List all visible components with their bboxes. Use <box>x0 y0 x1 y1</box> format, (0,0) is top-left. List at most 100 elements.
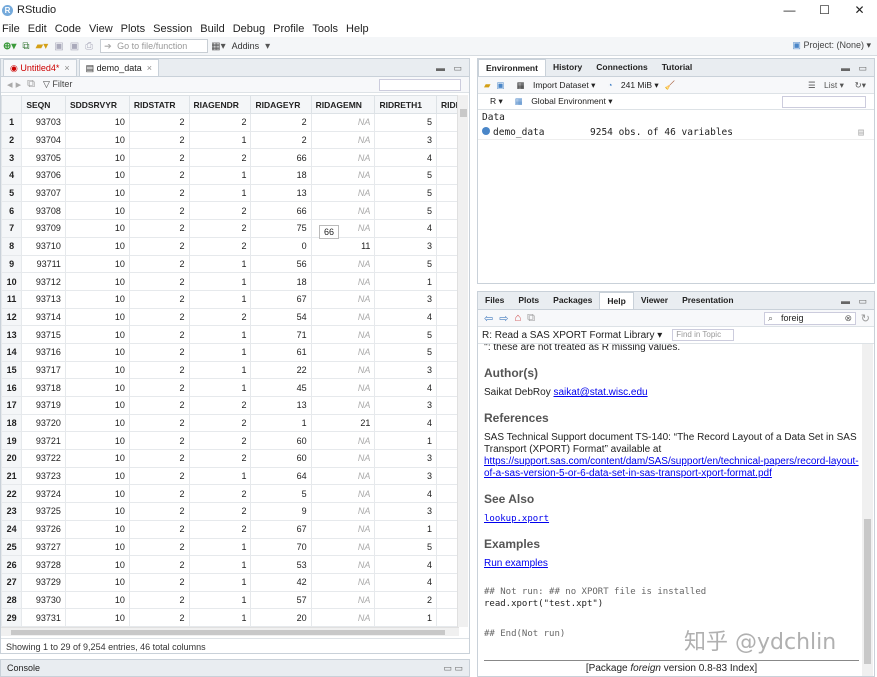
table-cell[interactable]: 1 <box>188 378 252 397</box>
column-header[interactable]: RIAGENDR <box>188 95 252 114</box>
table-cell[interactable]: 2 <box>128 219 190 238</box>
data-search-input[interactable] <box>379 79 461 91</box>
table-cell[interactable]: 93717 <box>21 360 66 380</box>
table-cell[interactable]: 1 <box>188 130 252 150</box>
table-cell[interactable]: 10 <box>64 378 130 397</box>
table-cell[interactable]: 2 <box>188 396 252 415</box>
help-scrollbar[interactable] <box>862 344 873 676</box>
table-cell[interactable]: 2 <box>188 484 252 504</box>
tab-connections[interactable]: Connections <box>589 59 654 76</box>
row-number[interactable]: 28 <box>1 590 23 610</box>
table-cell[interactable]: NA <box>310 449 376 468</box>
table-cell[interactable]: 13 <box>250 396 312 415</box>
horizontal-scrollbar[interactable] <box>1 627 459 636</box>
table-cell[interactable]: 93712 <box>21 272 66 291</box>
table-cell[interactable] <box>435 289 459 309</box>
forward-arrow-icon[interactable]: ⇨ <box>499 312 508 325</box>
table-cell[interactable]: 2 <box>128 166 190 185</box>
table-cell[interactable] <box>435 590 459 610</box>
table-cell[interactable]: 64 <box>250 466 312 486</box>
table-cell[interactable]: 75 <box>250 219 312 238</box>
load-workspace-icon[interactable]: ▰ <box>484 80 491 91</box>
table-cell[interactable]: NA <box>310 502 376 521</box>
row-number[interactable]: 15 <box>1 360 23 380</box>
table-cell[interactable] <box>435 413 459 433</box>
table-cell[interactable]: 1 <box>374 431 437 451</box>
table-cell[interactable]: NA <box>310 166 376 185</box>
table-cell[interactable]: 2 <box>188 148 252 168</box>
new-project-icon[interactable]: ⧉ <box>22 41 29 52</box>
table-cell[interactable]: 60 <box>250 431 312 451</box>
scope-selector[interactable]: ▦ Global Environment ▾ <box>509 96 613 107</box>
table-cell[interactable]: 2 <box>128 466 190 486</box>
table-cell[interactable]: 18 <box>250 272 312 291</box>
table-cell[interactable]: 4 <box>374 378 437 397</box>
row-number[interactable]: 17 <box>1 396 23 415</box>
table-cell[interactable]: 11 <box>310 236 376 256</box>
author-email-link[interactable]: saikat@stat.wisc.edu <box>553 387 647 398</box>
table-cell[interactable]: NA <box>310 484 376 504</box>
back-arrow-icon[interactable]: ⇦ <box>484 312 493 325</box>
row-number[interactable]: 29 <box>1 608 23 627</box>
table-cell[interactable]: 2 <box>128 378 190 397</box>
table-cell[interactable]: 1 <box>374 519 437 539</box>
row-number[interactable]: 14 <box>1 342 23 362</box>
table-cell[interactable]: 54 <box>250 307 312 327</box>
table-cell[interactable]: 93728 <box>21 555 66 574</box>
table-cell[interactable]: NA <box>310 360 376 380</box>
table-cell[interactable] <box>435 537 459 557</box>
row-number[interactable]: 25 <box>1 537 23 557</box>
tab-viewer[interactable]: Viewer <box>634 292 675 309</box>
table-cell[interactable]: 2 <box>374 590 437 610</box>
table-cell[interactable]: 10 <box>64 183 130 203</box>
table-cell[interactable]: 93725 <box>21 502 66 521</box>
table-cell[interactable]: 2 <box>188 219 252 238</box>
table-cell[interactable]: 93707 <box>21 183 66 203</box>
table-cell[interactable]: 93705 <box>21 148 66 168</box>
table-cell[interactable]: 2 <box>128 272 190 291</box>
table-cell[interactable]: 2 <box>188 519 252 539</box>
table-cell[interactable]: 93714 <box>21 307 66 327</box>
table-cell[interactable]: 10 <box>64 449 130 468</box>
table-cell[interactable]: 2 <box>188 236 252 256</box>
table-cell[interactable]: 2 <box>128 502 190 521</box>
column-header[interactable]: RIDRETH1 <box>374 95 437 114</box>
column-header[interactable]: SDDSRVYR <box>64 95 130 114</box>
scroll-thumb[interactable] <box>460 109 467 117</box>
table-cell[interactable]: 2 <box>128 519 190 539</box>
table-cell[interactable]: 5 <box>374 537 437 557</box>
table-cell[interactable] <box>435 272 459 291</box>
table-cell[interactable]: 67 <box>250 289 312 309</box>
table-cell[interactable]: 2 <box>128 608 190 627</box>
table-cell[interactable]: 66 <box>250 148 312 168</box>
table-cell[interactable]: 1 <box>188 360 252 380</box>
table-cell[interactable]: 2 <box>188 413 252 433</box>
broom-icon[interactable]: 🧹 <box>665 80 676 91</box>
table-cell[interactable] <box>435 466 459 486</box>
list-view-button[interactable]: ☰ List ▾ ↻▾ <box>802 80 866 91</box>
table-cell[interactable]: 1 <box>188 183 252 203</box>
pane-window-icons[interactable]: ▬ ▭ <box>436 63 465 74</box>
print-icon[interactable]: ⎙ <box>85 41 93 52</box>
clear-icon[interactable]: ⊗ <box>844 313 852 324</box>
table-cell[interactable]: 93721 <box>21 431 66 451</box>
grid-layout-icon[interactable]: ▦▾ <box>211 41 225 52</box>
table-cell[interactable]: NA <box>310 148 376 168</box>
menu-file[interactable]: File <box>2 23 28 35</box>
menu-view[interactable]: View <box>89 23 121 35</box>
table-cell[interactable]: NA <box>310 555 376 574</box>
help-topic-selector[interactable]: R: Read a SAS XPORT Format Library ▾ <box>482 330 662 341</box>
row-number[interactable]: 16 <box>1 378 23 397</box>
table-cell[interactable]: 2 <box>188 201 252 221</box>
table-cell[interactable]: 10 <box>64 608 130 627</box>
table-cell[interactable]: 93703 <box>21 113 66 132</box>
table-cell[interactable]: 3 <box>374 502 437 521</box>
table-cell[interactable]: 93724 <box>21 484 66 504</box>
table-cell[interactable]: 1 <box>374 608 437 627</box>
table-cell[interactable] <box>435 130 459 150</box>
row-number[interactable]: 9 <box>1 254 23 274</box>
language-selector[interactable]: R ▾ <box>484 96 503 107</box>
table-cell[interactable]: 5 <box>374 166 437 185</box>
table-cell[interactable]: 10 <box>64 502 130 521</box>
table-cell[interactable]: 1 <box>188 272 252 291</box>
